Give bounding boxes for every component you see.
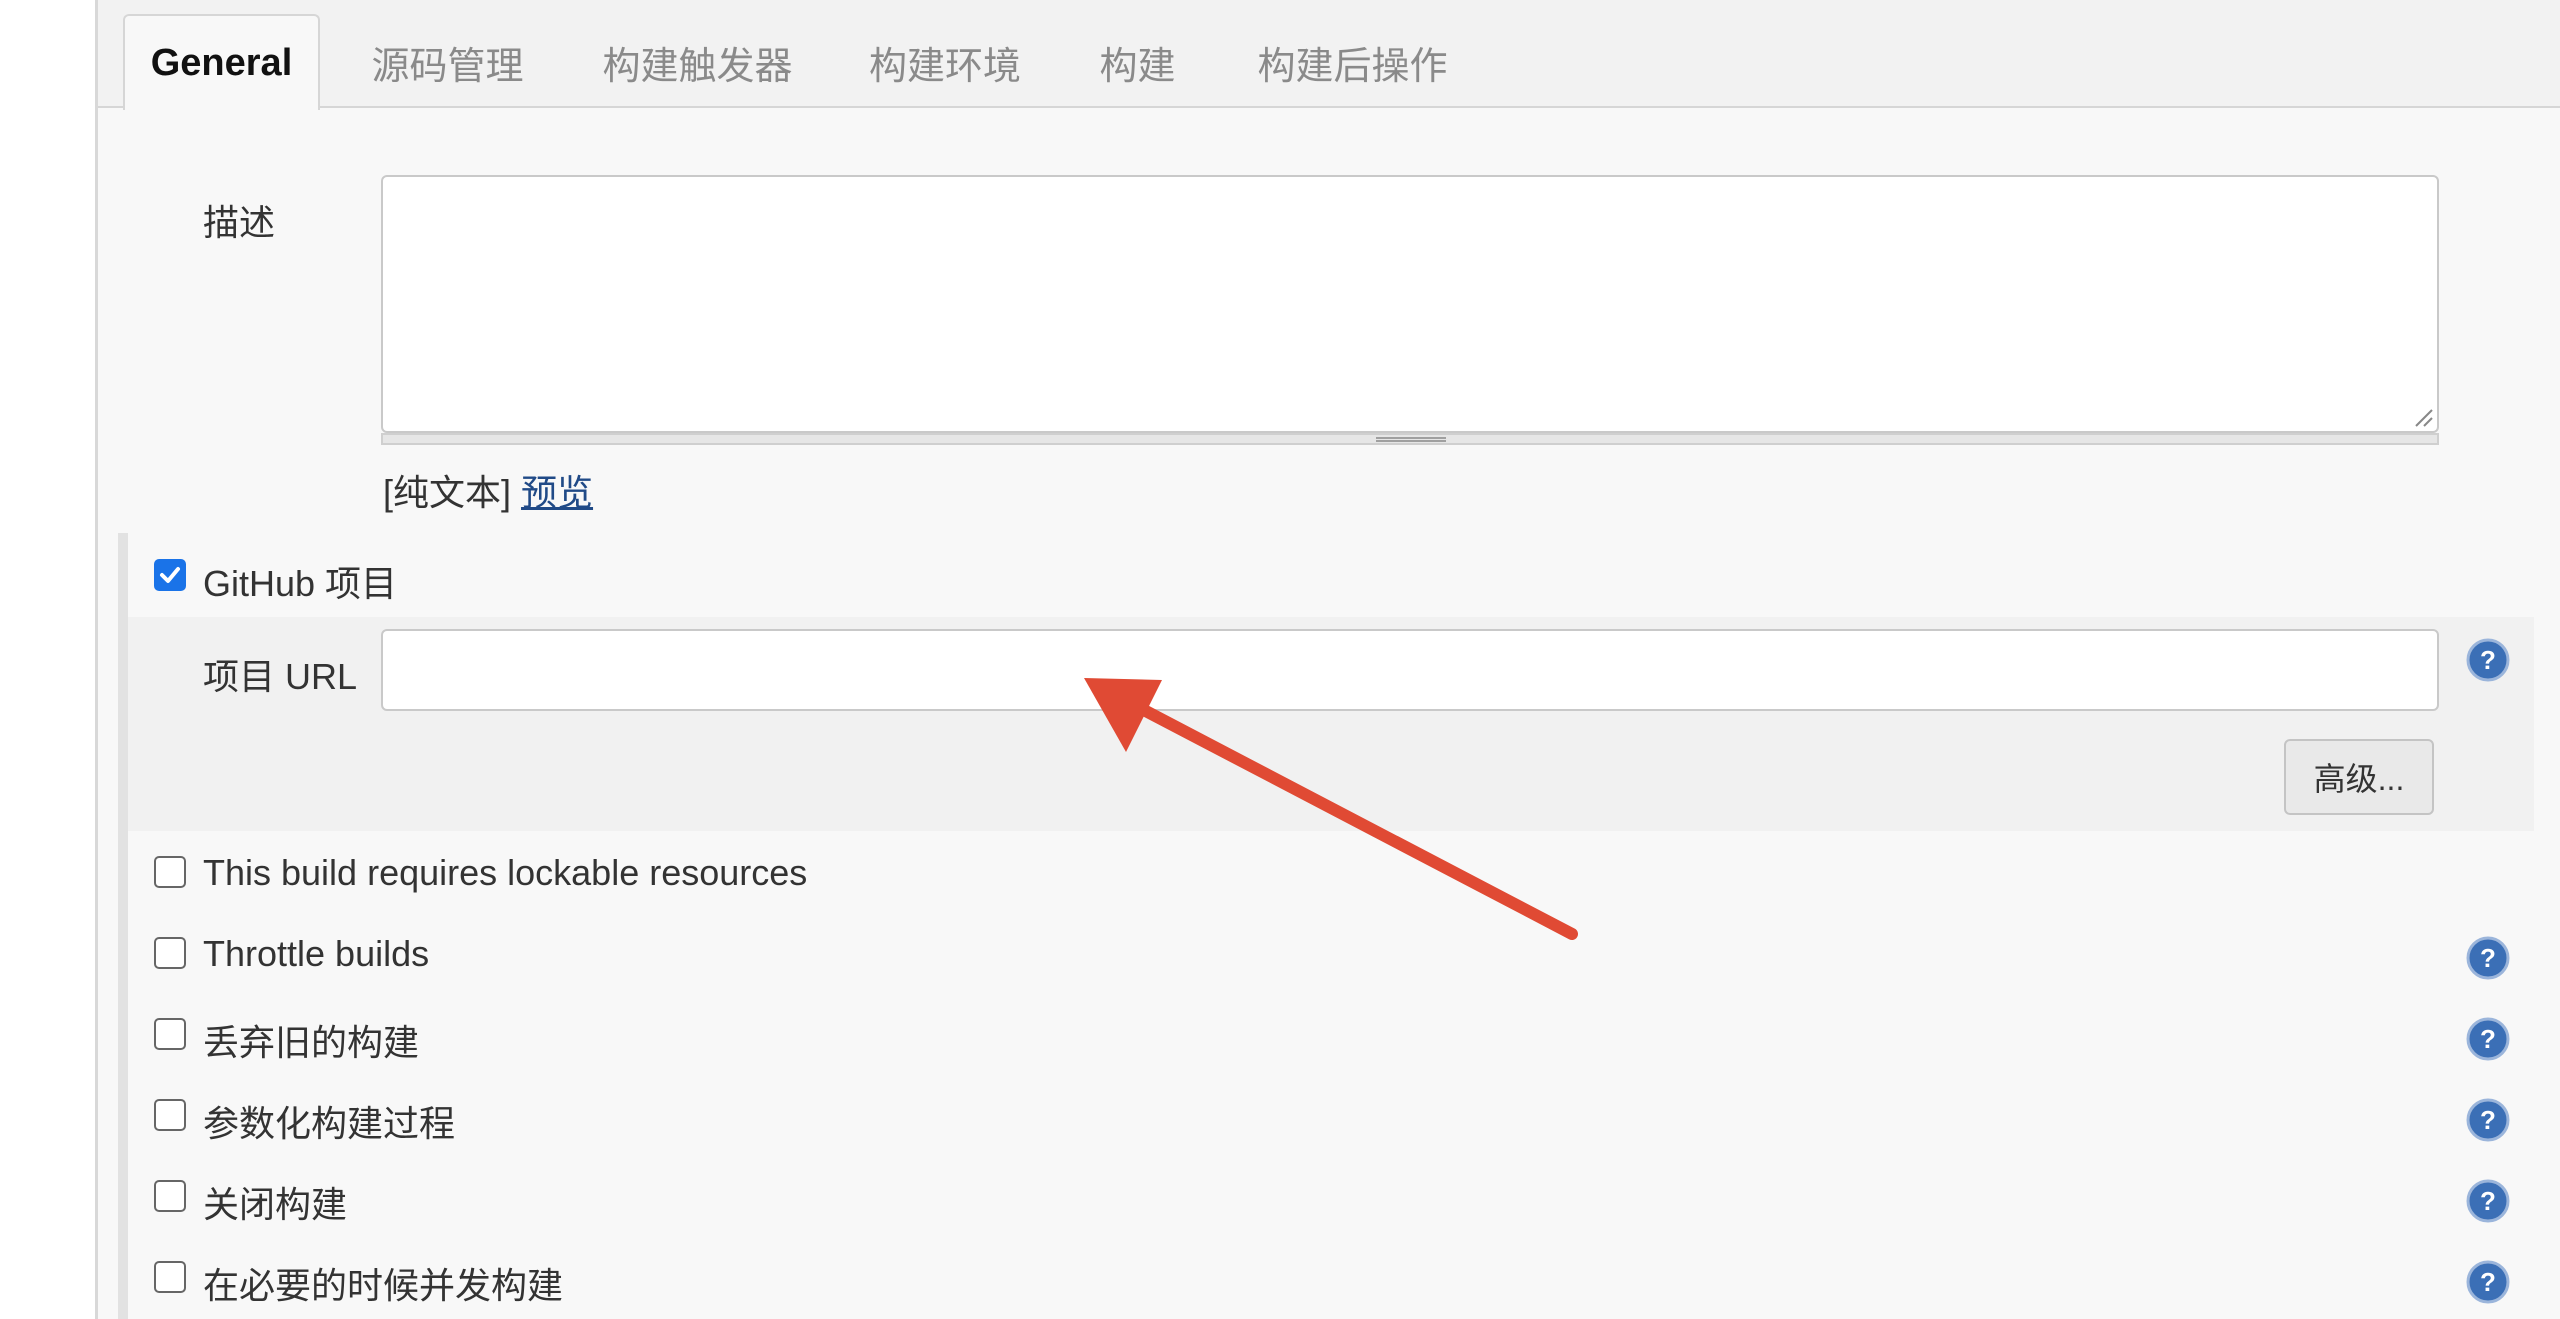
tab-build[interactable]: 构建: [1090, 14, 1185, 110]
concurrent-builds-checkbox[interactable]: [154, 1261, 186, 1293]
lockable-resources-checkbox[interactable]: [154, 856, 186, 888]
preview-link[interactable]: 预览: [521, 472, 593, 513]
jenkins-job-config-page: General 源码管理 构建触发器 构建环境 构建 构建后操作 描述 [纯文本…: [0, 0, 2560, 1319]
github-project-label: GitHub 项目: [203, 563, 398, 604]
throttle-builds-label: Throttle builds: [203, 933, 430, 974]
tab-build-triggers[interactable]: 构建触发器: [590, 14, 805, 110]
disable-build-label: 关闭构建: [203, 1184, 348, 1225]
resize-handle-icon[interactable]: [2412, 406, 2434, 428]
project-url-label: 项目 URL: [203, 656, 358, 697]
tab-build-environment[interactable]: 构建环境: [855, 14, 1035, 110]
discard-old-builds-checkbox[interactable]: [154, 1018, 186, 1050]
lockable-resources-label: This build requires lockable resources: [203, 852, 808, 893]
description-textarea[interactable]: [381, 175, 2439, 433]
left-sidebar: [0, 0, 95, 1319]
tab-source-code-management[interactable]: 源码管理: [350, 14, 545, 110]
svg-text:?: ?: [2480, 1186, 2496, 1216]
svg-text:?: ?: [2480, 943, 2496, 973]
parameterized-build-checkbox[interactable]: [154, 1099, 186, 1131]
concurrent-builds-label: 在必要的时候并发构建: [203, 1265, 564, 1306]
description-label: 描述: [203, 202, 276, 243]
help-icon[interactable]: ?: [2466, 1260, 2510, 1304]
help-icon[interactable]: ?: [2466, 638, 2510, 682]
checkmark-icon: [160, 567, 180, 583]
grip-icon[interactable]: [1376, 437, 1446, 442]
project-url-input[interactable]: [381, 629, 2439, 711]
help-icon[interactable]: ?: [2466, 1179, 2510, 1223]
advanced-button[interactable]: 高级...: [2284, 739, 2434, 815]
markup-type-label: [纯文本]: [383, 472, 512, 513]
tab-post-build-actions[interactable]: 构建后操作: [1245, 14, 1460, 110]
discard-old-builds-label: 丢弃旧的构建: [203, 1022, 420, 1063]
svg-text:?: ?: [2480, 1267, 2496, 1297]
github-project-checkbox[interactable]: [154, 559, 186, 591]
svg-text:?: ?: [2480, 645, 2496, 675]
disable-build-checkbox[interactable]: [154, 1180, 186, 1212]
section-indent-bar: [118, 533, 128, 1319]
help-icon[interactable]: ?: [2466, 936, 2510, 980]
help-icon[interactable]: ?: [2466, 1098, 2510, 1142]
help-icon[interactable]: ?: [2466, 1017, 2510, 1061]
svg-text:?: ?: [2480, 1105, 2496, 1135]
parameterized-build-label: 参数化构建过程: [203, 1103, 456, 1144]
throttle-builds-checkbox[interactable]: [154, 937, 186, 969]
tab-general[interactable]: General: [123, 14, 320, 110]
markup-formatter-row: [纯文本] 预览: [383, 464, 593, 516]
svg-text:?: ?: [2480, 1024, 2496, 1054]
